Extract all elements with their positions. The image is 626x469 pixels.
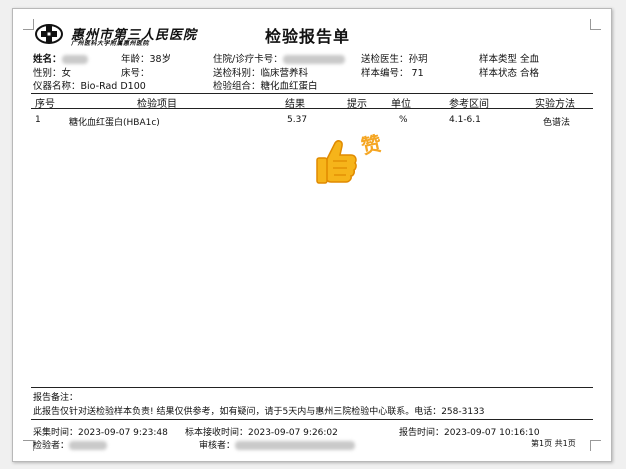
dept-field: 送检科别：临床营养科 <box>213 65 308 79</box>
combo-field: 检验组合：糖化血红蛋白 <box>213 78 318 92</box>
remarks-text: 此报告仅针对送检验样本负责! 结果仅供参考，如有疑问，请于5天内与惠州三院检验中… <box>33 407 485 417</box>
receive-time-field: 标本接收时间：2023-09-07 9:26:02 <box>185 425 338 438</box>
instrument-field: 仪器名称：Bio-Rad D100 <box>33 78 146 92</box>
remarks-label: 报告备注： <box>33 393 79 403</box>
instrument-value: Bio-Rad D100 <box>80 81 146 92</box>
praise-sticker-text: 赞 <box>359 131 384 159</box>
bed-field: 床号： <box>121 65 150 79</box>
crop-mark <box>590 19 601 30</box>
report-time-label: 报告时间： <box>399 428 445 438</box>
reviewer-field: 审核者： <box>199 438 356 451</box>
doctor-field: 送检医生：孙玥 <box>361 51 428 65</box>
tester-signature-redacted <box>69 441 108 450</box>
crop-mark <box>590 440 601 451</box>
tester-label: 检验者： <box>33 441 70 451</box>
inpatient-redacted <box>282 55 345 64</box>
name-label: 姓名： <box>33 54 62 65</box>
sample-no-label: 样本编号： <box>361 68 409 79</box>
doctor-value: 孙玥 <box>408 54 428 65</box>
sample-status-field: 样本状态 合格 <box>479 65 539 79</box>
gender-field: 性别：女 <box>33 65 71 79</box>
sample-status-label: 样本状态 <box>479 68 518 79</box>
crop-mark <box>23 19 34 30</box>
table-header-rule <box>31 108 593 109</box>
sample-type-label: 样本类型 <box>479 54 518 65</box>
combo-value: 糖化血红蛋白 <box>260 81 318 92</box>
hospital-subtitle: 广州医科大学附属惠州医院 <box>71 40 150 47</box>
name-redacted <box>61 55 88 64</box>
instrument-label: 仪器名称： <box>33 81 81 92</box>
hospital-logo: 惠州市第三人民医院 广州医科大学附属惠州医院 <box>35 21 205 47</box>
receive-time-label: 标本接收时间： <box>185 428 249 438</box>
age-value: 38岁 <box>149 54 172 65</box>
age-field: 年龄：38岁 <box>121 51 171 65</box>
doctor-label: 送检医生： <box>361 54 409 65</box>
report-time-value: 2023-09-07 10:16:10 <box>444 428 540 438</box>
cell-unit: % <box>399 115 408 125</box>
report-page: 惠州市第三人民医院 广州医科大学附属惠州医院 检验报告单 姓名： 年龄：38岁 … <box>12 8 612 462</box>
reviewer-signature-redacted <box>235 441 356 450</box>
cell-result: 5.37 <box>287 115 308 125</box>
age-label: 年龄： <box>121 54 150 65</box>
cell-range: 4.1-6.1 <box>449 115 481 125</box>
combo-label: 检验组合： <box>213 81 261 92</box>
cell-method: 色谱法 <box>543 118 571 128</box>
inpatient-label: 住院/诊疗卡号： <box>213 54 283 65</box>
sample-no-value: 71 <box>411 68 424 79</box>
collect-time-value: 2023-09-07 9:23:48 <box>78 428 168 438</box>
collect-time-field: 采集时间：2023-09-07 9:23:48 <box>33 425 168 438</box>
sample-type-value: 全血 <box>520 54 540 65</box>
footer-top-rule <box>31 419 593 420</box>
thumbs-up-icon <box>316 140 357 184</box>
report-time-field: 报告时间：2023-09-07 10:16:10 <box>399 425 540 438</box>
cell-no: 1 <box>35 115 41 125</box>
name-field: 姓名： <box>33 51 88 65</box>
tester-field: 检验者： <box>33 438 108 451</box>
sample-type-field: 样本类型 全血 <box>479 51 539 65</box>
report-title: 检验报告单 <box>265 27 351 46</box>
reviewer-label: 审核者： <box>199 441 236 451</box>
sample-no-field: 样本编号： 71 <box>361 65 424 79</box>
cell-item: 糖化血红蛋白(HBA1c) <box>69 118 160 128</box>
receive-time-value: 2023-09-07 9:26:02 <box>248 428 338 438</box>
table-top-rule <box>31 93 593 94</box>
hospital-emblem-icon <box>35 24 63 44</box>
page-info: 第1页 共1页 <box>531 439 576 448</box>
collect-time-label: 采集时间： <box>33 428 79 438</box>
inpatient-field: 住院/诊疗卡号： <box>213 51 345 65</box>
remarks-top-rule <box>31 387 593 388</box>
sample-status-value: 合格 <box>520 68 540 79</box>
